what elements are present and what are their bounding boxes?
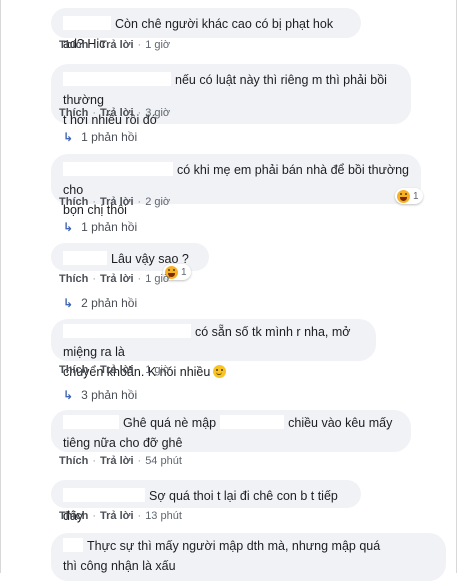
redacted-name	[63, 488, 145, 502]
comment-text: thì công nhận là xấu	[63, 559, 176, 573]
comment-actions: Thích · Trả lời · 1 giờ	[59, 364, 171, 376]
timestamp: 1 giờ	[145, 364, 171, 376]
comment-text: Ghê quá nè mập	[123, 416, 217, 430]
view-replies-link[interactable]: ↳ 1 phản hồi	[63, 130, 137, 144]
comment-actions: Thích · Trả lời · 3 giờ	[59, 107, 171, 119]
reply-arrow-icon: ↳	[63, 220, 74, 234]
redacted-name	[63, 72, 171, 86]
timestamp: 13 phút	[145, 510, 182, 522]
view-replies-link[interactable]: ↳ 2 phản hồi	[63, 296, 137, 310]
comment-bubble: Thực sự thì mấy người mập dth mà, nhưng …	[51, 533, 446, 581]
timestamp: 54 phút	[145, 455, 182, 467]
timestamp: 1 giờ	[145, 39, 171, 51]
comment-text: Thực sự thì mấy người mập dth mà, nhưng …	[87, 539, 381, 553]
redacted-name	[63, 415, 119, 429]
reply-arrow-icon: ↳	[63, 296, 74, 310]
comment-bubble: có sẵn số tk mình r nha, mở miệng ra là …	[51, 319, 376, 379]
like-link[interactable]: Thích	[59, 510, 88, 522]
comment-actions: Thích · Trả lời · 1 giờ	[59, 273, 171, 285]
like-link[interactable]: Thích	[59, 196, 88, 208]
reply-arrow-icon: ↳	[63, 388, 74, 402]
smile-emoji-icon	[213, 365, 227, 378]
like-link[interactable]: Thích	[59, 364, 88, 376]
haha-reaction-icon	[397, 190, 410, 203]
comment-actions: Thích · Trả lời · 2 giờ	[59, 196, 171, 208]
comment-text: chiều vào kêu mấy	[288, 416, 393, 430]
reply-link[interactable]: Trả lời	[100, 364, 134, 376]
comment-actions: Thích · Trả lời · 54 phút	[59, 455, 182, 467]
reply-arrow-icon: ↳	[63, 130, 74, 144]
comment-actions: Thích · Trả lời · 1 giờ	[59, 39, 171, 51]
comment-bubble: Còn chê người khác cao có bị phạt hok ad…	[51, 8, 361, 51]
comment-thread: Còn chê người khác cao có bị phạt hok ad…	[0, 0, 457, 581]
redacted-name	[63, 251, 107, 265]
comment-bubble: Ghê quá nè mập chiều vào kêu mấy tiêng nữ…	[51, 410, 411, 452]
timestamp: 3 giờ	[145, 107, 171, 119]
redacted-name	[63, 162, 173, 176]
reply-link[interactable]: Trả lời	[100, 39, 134, 51]
reply-link[interactable]: Trả lời	[100, 510, 134, 522]
reaction-badge[interactable]: 1	[395, 188, 423, 204]
reply-link[interactable]: Trả lời	[100, 455, 134, 467]
timestamp: 2 giờ	[145, 196, 171, 208]
like-link[interactable]: Thích	[59, 455, 88, 467]
like-link[interactable]: Thích	[59, 107, 88, 119]
redacted-name	[63, 324, 191, 338]
reply-link[interactable]: Trả lời	[100, 107, 134, 119]
comment-actions: Thích · Trả lời · 13 phút	[59, 510, 182, 522]
redacted-name	[220, 415, 285, 429]
timestamp: 1 giờ	[145, 273, 171, 285]
reply-link[interactable]: Trả lời	[100, 196, 134, 208]
reply-link[interactable]: Trả lời	[100, 273, 134, 285]
view-replies-link[interactable]: ↳ 3 phản hồi	[63, 388, 137, 402]
like-link[interactable]: Thích	[59, 39, 88, 51]
comment-bubble: Sợ quá thoi t lại đi chê con b t tiếp đâ…	[51, 480, 361, 523]
redacted-name	[63, 16, 111, 30]
redacted-name	[63, 538, 83, 552]
comment-text: tiêng nữa cho đỡ ghê	[63, 436, 183, 450]
like-link[interactable]: Thích	[59, 273, 88, 285]
view-replies-link[interactable]: ↳ 1 phản hồi	[63, 220, 137, 234]
